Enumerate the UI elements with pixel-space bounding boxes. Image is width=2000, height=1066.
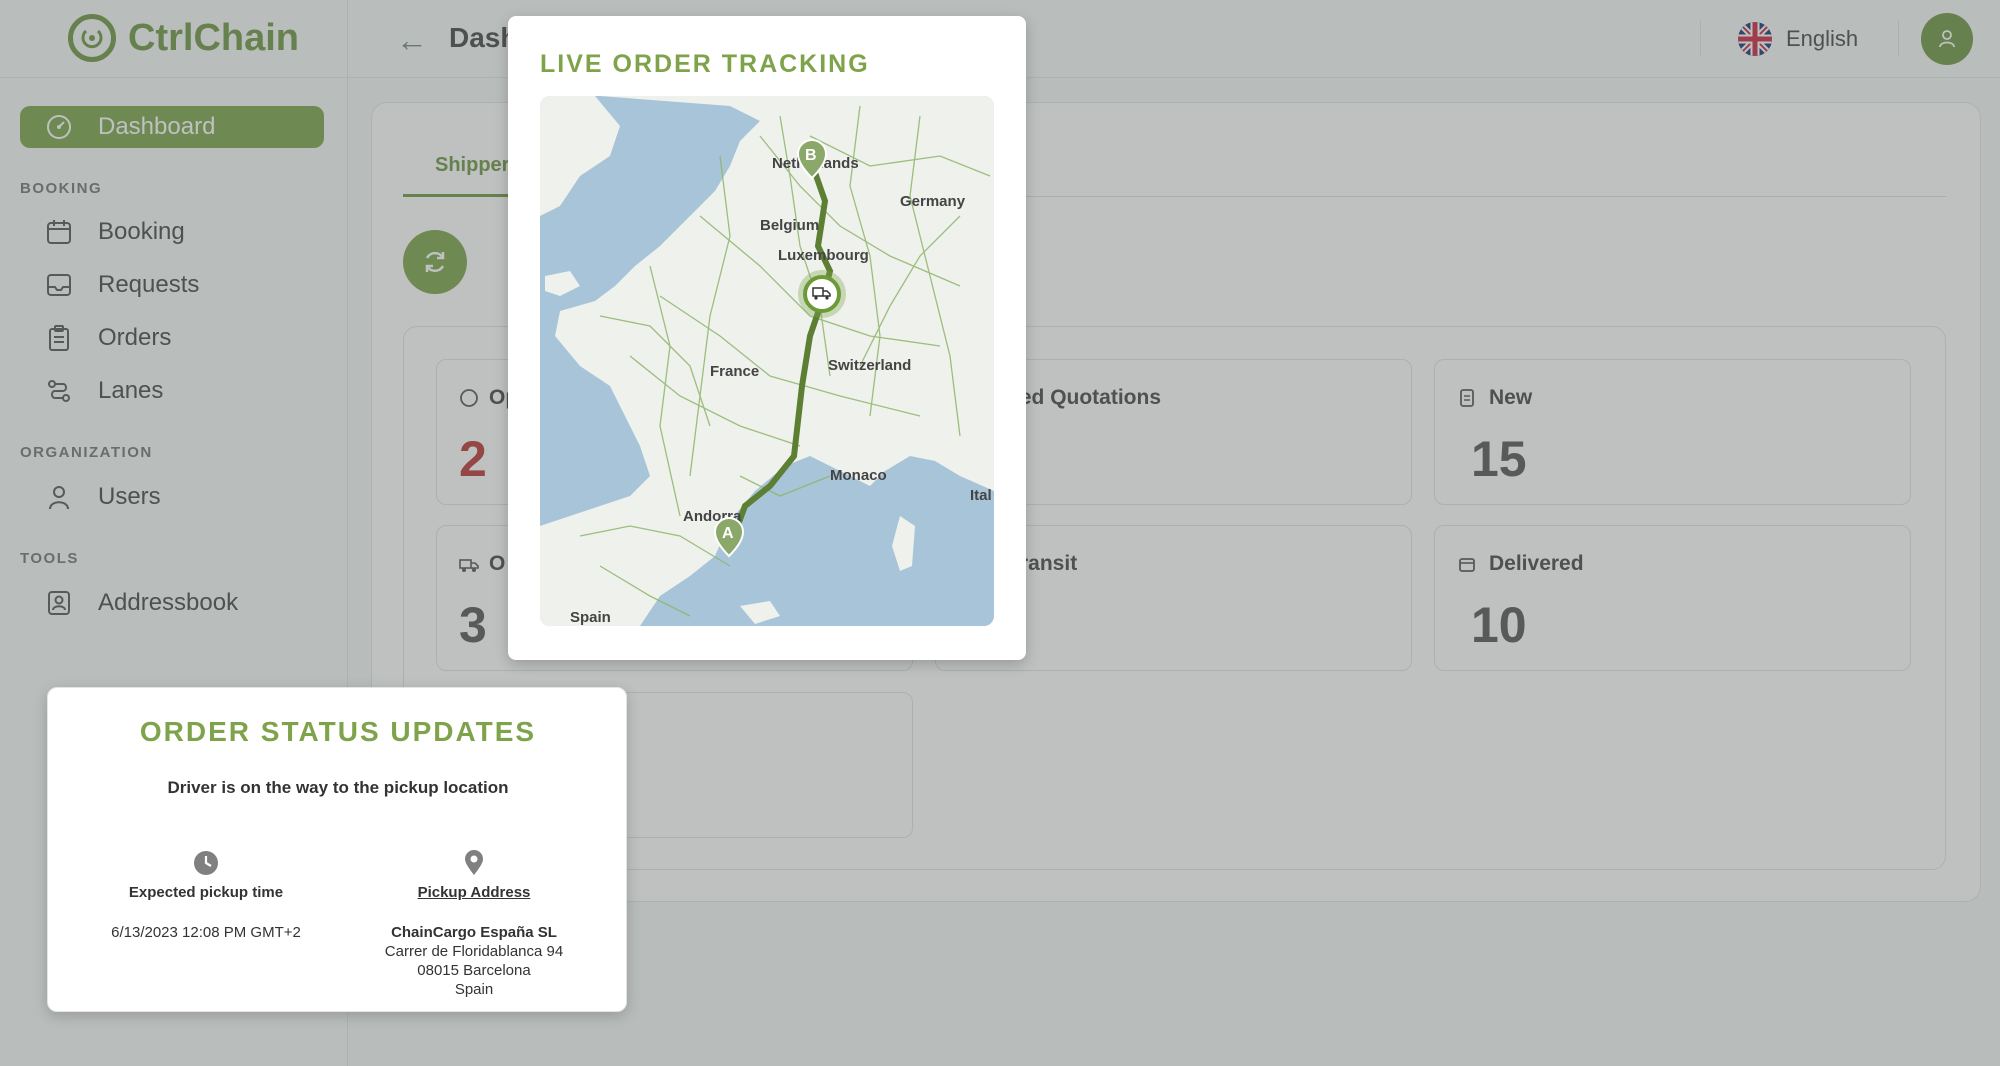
map-label-switzerland: Switzerland [828, 357, 911, 374]
map-title: LIVE ORDER TRACKING [540, 50, 870, 78]
map-label-germany: Germany [900, 193, 966, 210]
marker-label: B [805, 147, 817, 164]
address-company: ChainCargo España SL [391, 924, 557, 941]
map-label-spain: Spain [570, 609, 611, 626]
map-label-italy: Ital [970, 487, 992, 504]
marker-label: A [722, 525, 734, 542]
status-title: ORDER STATUS UPDATES [139, 716, 537, 747]
map-label-luxembourg: Luxembourg [778, 247, 869, 264]
address-street: Carrer de Floridablanca 94 [384, 943, 564, 960]
address-city: 08015 Barcelona [417, 962, 531, 979]
map-label-belgium: Belgium [760, 217, 819, 234]
location-pin-icon [465, 850, 483, 875]
order-status-card: ORDER STATUS UPDATES Driver is on the wa… [47, 687, 627, 1012]
map-label-monaco: Monaco [830, 467, 887, 484]
pickup-time-value: 6/13/2023 12:08 PM GMT+2 [111, 924, 301, 941]
pickup-marker-a[interactable]: A [713, 517, 745, 558]
truck-location-icon[interactable] [798, 270, 846, 318]
pickup-address-column: Pickup Address ChainCargo España SL Carr… [344, 850, 604, 999]
pickup-time-column: Expected pickup time 6/13/2023 12:08 PM … [76, 850, 336, 942]
clock-icon [194, 851, 218, 875]
pickup-time-label: Expected pickup time [128, 884, 284, 901]
live-tracking-modal: LIVE ORDER TRACKING Germany Belgium Luxe… [508, 16, 1026, 660]
pickup-address-link[interactable]: Pickup Address [344, 884, 604, 901]
status-message: Driver is on the way to the pickup locat… [167, 778, 509, 797]
map-label-france: France [710, 363, 759, 380]
address-country: Spain [454, 981, 494, 998]
tracking-map[interactable]: Netherlands Germany Belgium Luxembourg F… [540, 96, 994, 626]
